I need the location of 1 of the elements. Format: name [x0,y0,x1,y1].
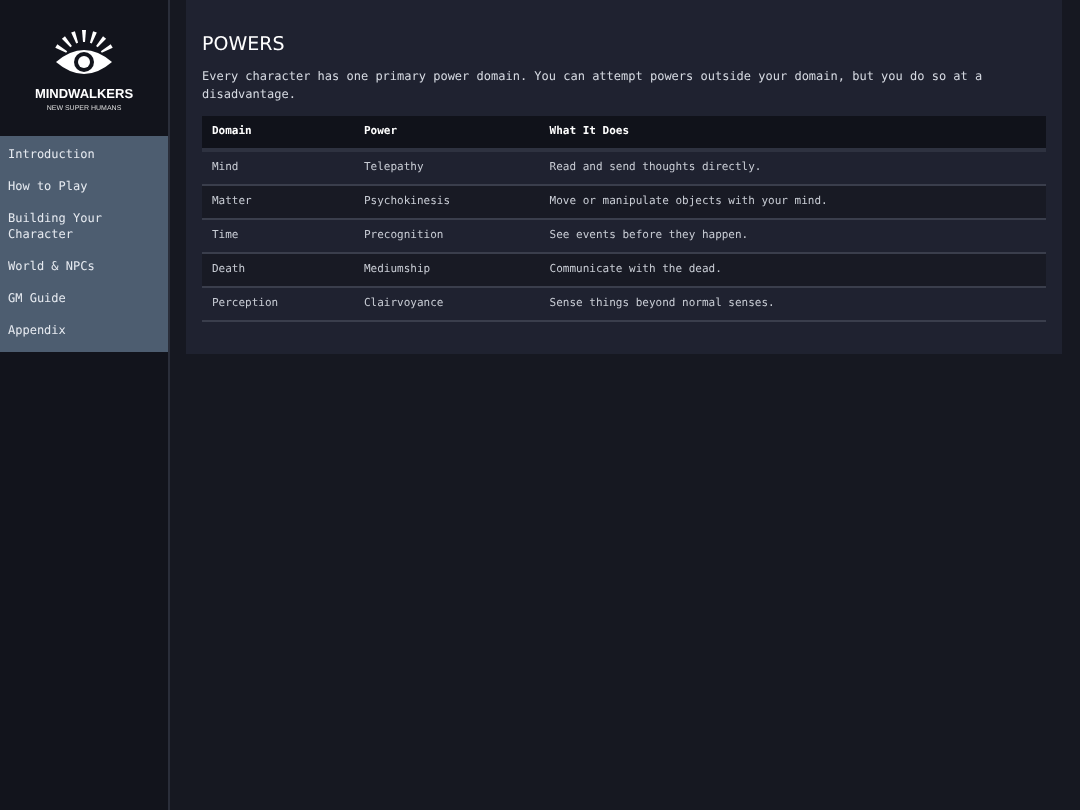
section-title: POWERS [202,34,287,56]
